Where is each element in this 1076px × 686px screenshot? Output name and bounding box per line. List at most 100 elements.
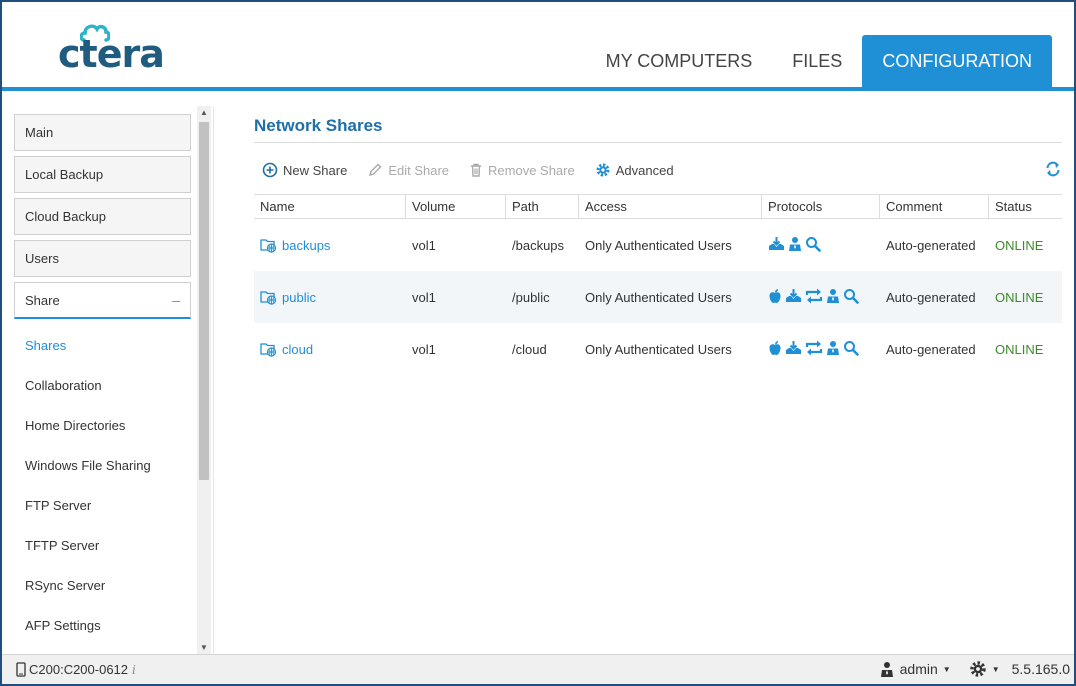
sidebar-section-cloud-backup[interactable]: Cloud Backup [14, 198, 191, 235]
new-share-button[interactable]: New Share [262, 162, 347, 178]
sidebar-section-share[interactable]: Share – [14, 282, 191, 319]
protocol-icons [768, 288, 880, 307]
table-row[interactable]: backups vol1/backups Only Authenticated Us… [254, 219, 1062, 271]
column-header-status[interactable]: Status [989, 195, 1062, 218]
sidebar-item-afp-settings[interactable]: AFP Settings [25, 618, 101, 633]
header: ctera MY COMPUTERS FILES CONFIGURATION [2, 2, 1074, 92]
share-name: cloud [282, 341, 314, 357]
column-header-path[interactable]: Path [506, 195, 579, 218]
username: admin [899, 661, 938, 677]
advanced-button[interactable]: Advanced [595, 162, 674, 178]
cell-access: Only Authenticated Users [585, 289, 732, 305]
status-bar: C200:C200-0612 i admin ▼ ▼ 5.5.165.0 [2, 654, 1074, 684]
protocol-icons [768, 236, 880, 255]
scrollbar-thumb[interactable] [199, 122, 209, 480]
trash-icon [471, 163, 482, 177]
sidebar-item-collaboration[interactable]: Collaboration [25, 378, 102, 393]
version-label: 5.5.165.0 [1011, 661, 1070, 677]
advanced-label: Advanced [615, 162, 674, 178]
column-header-protocols[interactable]: Protocols [762, 195, 880, 218]
cell-name: cloud [254, 341, 406, 357]
cell-path: /public [512, 289, 550, 305]
cell-protocols [762, 340, 880, 359]
shares-table: Name Volume Path Access Protocols Commen… [254, 194, 1062, 375]
ctera-logo[interactable]: ctera [56, 20, 166, 76]
network-folder-icon [260, 239, 277, 253]
sidebar-section-local-backup[interactable]: Local Backup [14, 156, 191, 193]
status-badge: ONLINE [995, 237, 1044, 253]
user-icon [880, 661, 893, 677]
info-icon[interactable]: i [132, 663, 136, 677]
scroll-down-icon[interactable]: ▼ [197, 643, 211, 652]
chevron-down-icon: ▼ [942, 664, 951, 674]
user-icon [826, 288, 840, 307]
title-divider [254, 142, 1062, 143]
device-icon [16, 662, 26, 677]
download-icon [785, 288, 802, 307]
edit-share-button[interactable]: Edit Share [367, 162, 449, 178]
search-icon [843, 340, 859, 359]
share-name: backups [282, 237, 331, 253]
sidebar-section-label: Local Backup [25, 167, 104, 182]
table-row[interactable]: cloud vol1/cloud Only Authenticated Users A… [254, 323, 1062, 375]
device-info: C200:C200-0612 i [16, 662, 136, 677]
share-link[interactable]: public [260, 289, 406, 305]
status-badge: ONLINE [995, 289, 1044, 305]
device-name: C200:C200-0612 [29, 662, 129, 677]
table-header: Name Volume Path Access Protocols Commen… [254, 194, 1062, 219]
header-accent-bar [2, 87, 1074, 91]
edit-share-label: Edit Share [388, 162, 450, 178]
table-row[interactable]: public vol1/public Only Authenticated User… [254, 271, 1062, 323]
collapse-icon[interactable]: – [172, 283, 180, 318]
download-icon [768, 236, 785, 255]
cell-comment: Auto-generated [886, 237, 976, 253]
pencil-icon [369, 163, 382, 177]
sidebar-item-tftp-server[interactable]: TFTP Server [25, 538, 99, 553]
sidebar-section-label: Users [25, 251, 59, 266]
user-menu[interactable]: admin ▼ [880, 661, 951, 678]
sidebar-scrollbar[interactable]: ▲ ▼ [197, 106, 211, 654]
user-icon [826, 340, 840, 359]
sidebar: Main Local Backup Cloud Backup Users Sha… [2, 106, 214, 654]
logo-text: ctera [58, 32, 165, 76]
gear-icon [596, 163, 610, 177]
cell-protocols [762, 236, 880, 255]
app-window: ctera MY COMPUTERS FILES CONFIGURATION M… [0, 0, 1076, 686]
sidebar-item-windows-file-sharing[interactable]: Windows File Sharing [25, 458, 151, 473]
apple-icon [768, 340, 782, 359]
sidebar-section-label: Cloud Backup [25, 209, 106, 224]
download-icon [785, 340, 802, 359]
gear-icon [969, 661, 986, 677]
column-header-access[interactable]: Access [579, 195, 762, 218]
sidebar-item-rsync-server[interactable]: RSync Server [25, 578, 105, 593]
remove-share-button[interactable]: Remove Share [469, 162, 575, 178]
new-share-label: New Share [283, 162, 348, 178]
network-folder-icon [260, 291, 277, 305]
cell-comment: Auto-generated [886, 341, 976, 357]
cell-access: Only Authenticated Users [585, 341, 732, 357]
sidebar-section-label: Main [25, 125, 54, 140]
sidebar-item-home-directories[interactable]: Home Directories [25, 418, 125, 433]
apple-icon [768, 288, 782, 307]
chevron-down-icon: ▼ [991, 664, 1000, 674]
sidebar-item-ftp-server[interactable]: FTP Server [25, 498, 91, 513]
scroll-up-icon[interactable]: ▲ [197, 108, 211, 117]
share-link[interactable]: backups [260, 237, 406, 253]
tab-configuration[interactable]: CONFIGURATION [862, 35, 1052, 88]
settings-menu[interactable]: ▼ [969, 660, 1000, 678]
share-link[interactable]: cloud [260, 341, 406, 357]
refresh-icon [1046, 161, 1060, 177]
refresh-button[interactable] [1044, 160, 1062, 181]
tab-files[interactable]: FILES [772, 35, 862, 88]
tab-my-computers[interactable]: MY COMPUTERS [586, 35, 773, 88]
column-header-comment[interactable]: Comment [880, 195, 989, 218]
cell-volume: vol1 [412, 237, 436, 253]
sidebar-section-users[interactable]: Users [14, 240, 191, 277]
sidebar-item-shares[interactable]: Shares [25, 338, 66, 353]
share-name: public [282, 289, 316, 305]
column-header-name[interactable]: Name [254, 195, 406, 218]
page-title: Network Shares [254, 116, 383, 135]
top-nav: MY COMPUTERS FILES CONFIGURATION [586, 35, 1052, 88]
sidebar-section-main[interactable]: Main [14, 114, 191, 151]
column-header-volume[interactable]: Volume [406, 195, 506, 218]
